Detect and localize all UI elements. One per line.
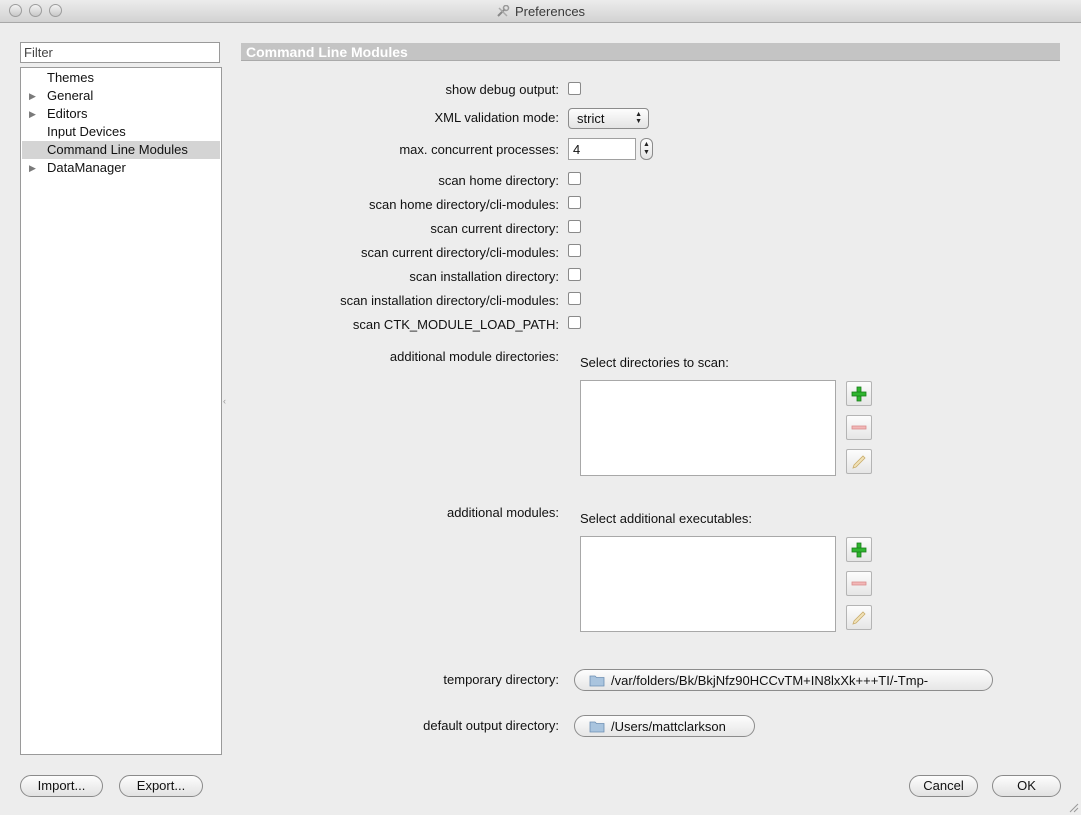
- folder-icon: [589, 721, 605, 733]
- scan-current-checkbox[interactable]: [568, 220, 581, 233]
- title-bar: Preferences: [0, 0, 1081, 23]
- import-button[interactable]: Import...: [20, 775, 103, 797]
- export-button[interactable]: Export...: [119, 775, 203, 797]
- show-debug-output-checkbox[interactable]: [568, 82, 581, 95]
- tree-item-label: Themes: [47, 70, 94, 85]
- plus-icon: [851, 542, 867, 558]
- scan-install-label: scan installation directory:: [409, 269, 559, 284]
- tree-item-command-line-modules[interactable]: Command Line Modules: [22, 141, 220, 159]
- temp-dir-label: temporary directory:: [443, 672, 559, 687]
- pencil-icon: [852, 455, 866, 469]
- additional-dirs-label: additional module directories:: [389, 349, 559, 364]
- minus-icon: [851, 581, 867, 586]
- remove-directory-button[interactable]: [846, 415, 872, 440]
- scan-current-label: scan current directory:: [430, 221, 559, 236]
- tree-item-datamanager[interactable]: ▶ DataManager: [22, 159, 220, 177]
- window-title: Preferences: [514, 4, 586, 19]
- window-title-wrap: Preferences: [0, 4, 1081, 19]
- add-directory-button[interactable]: [846, 381, 872, 406]
- tree-item-label: Command Line Modules: [47, 142, 188, 157]
- pencil-icon: [852, 611, 866, 625]
- page-title: Command Line Modules: [246, 44, 408, 60]
- scan-install-checkbox[interactable]: [568, 268, 581, 281]
- scan-install-cli-label: scan installation directory/cli-modules:: [340, 293, 559, 308]
- xml-validation-select[interactable]: strict ▲ ▼: [568, 108, 649, 129]
- scan-ctk-path-checkbox[interactable]: [568, 316, 581, 329]
- additional-modules-list[interactable]: [580, 536, 836, 632]
- resize-grip-icon[interactable]: [1067, 801, 1079, 813]
- folder-icon: [589, 675, 605, 687]
- page-header: Command Line Modules: [241, 43, 1060, 61]
- temp-dir-button[interactable]: /var/folders/Bk/BkjNfz90HCCvTM+IN8lxXk++…: [574, 669, 993, 691]
- disclosure-triangle-icon[interactable]: ▶: [29, 159, 36, 177]
- additional-dirs-sublabel: Select directories to scan:: [580, 355, 729, 370]
- filter-input[interactable]: Filter: [20, 42, 220, 63]
- tree-item-themes[interactable]: Themes: [22, 69, 220, 87]
- edit-directory-button[interactable]: [846, 449, 872, 474]
- additional-dirs-list[interactable]: [580, 380, 836, 476]
- xml-validation-label: XML validation mode:: [434, 110, 559, 125]
- disclosure-triangle-icon[interactable]: ▶: [29, 105, 36, 123]
- max-concurrent-input[interactable]: 4: [568, 138, 636, 160]
- disclosure-triangle-icon[interactable]: ▶: [29, 87, 36, 105]
- tree-item-label: DataManager: [47, 160, 126, 175]
- additional-modules-sublabel: Select additional executables:: [580, 511, 753, 526]
- tree-item-label: Input Devices: [47, 124, 126, 139]
- scan-home-label: scan home directory:: [438, 173, 559, 188]
- show-debug-output-label: show debug output:: [445, 82, 559, 97]
- preferences-tree: Themes ▶ General ▶ Editors Input Devices C…: [20, 67, 222, 755]
- up-down-arrows-icon: ▲ ▼: [635, 111, 642, 125]
- scan-home-checkbox[interactable]: [568, 172, 581, 185]
- max-concurrent-label: max. concurrent processes:: [399, 142, 559, 157]
- plus-icon: [851, 386, 867, 402]
- output-dir-button[interactable]: /Users/mattclarkson: [574, 715, 755, 737]
- minus-icon: [851, 425, 867, 430]
- tree-item-general[interactable]: ▶ General: [22, 87, 220, 105]
- scan-ctk-path-label: scan CTK_MODULE_LOAD_PATH:: [352, 317, 559, 332]
- remove-module-button[interactable]: [846, 571, 872, 596]
- splitter-handle[interactable]: ‹: [223, 396, 226, 406]
- tree-item-label: General: [47, 88, 94, 103]
- cancel-button[interactable]: Cancel: [909, 775, 978, 797]
- scan-install-cli-checkbox[interactable]: [568, 292, 581, 305]
- max-concurrent-stepper[interactable]: ▲ ▼: [640, 138, 653, 160]
- tree-item-editors[interactable]: ▶ Editors: [22, 105, 220, 123]
- xml-validation-value: strict: [577, 111, 605, 126]
- edit-module-button[interactable]: [846, 605, 872, 630]
- scan-current-cli-checkbox[interactable]: [568, 244, 581, 257]
- scan-home-cli-checkbox[interactable]: [568, 196, 581, 209]
- output-dir-path: /Users/mattclarkson: [611, 719, 726, 734]
- tree-item-label: Editors: [47, 106, 88, 121]
- scan-home-cli-label: scan home directory/cli-modules:: [368, 197, 559, 212]
- tools-icon: [497, 5, 510, 17]
- scan-current-cli-label: scan current directory/cli-modules:: [361, 245, 559, 260]
- add-module-button[interactable]: [846, 537, 872, 562]
- tree-item-input-devices[interactable]: Input Devices: [22, 123, 220, 141]
- ok-button[interactable]: OK: [992, 775, 1061, 797]
- additional-modules-label: additional modules:: [446, 505, 559, 520]
- output-dir-label: default output directory:: [423, 718, 559, 733]
- temp-dir-path: /var/folders/Bk/BkjNfz90HCCvTM+IN8lxXk++…: [611, 673, 929, 688]
